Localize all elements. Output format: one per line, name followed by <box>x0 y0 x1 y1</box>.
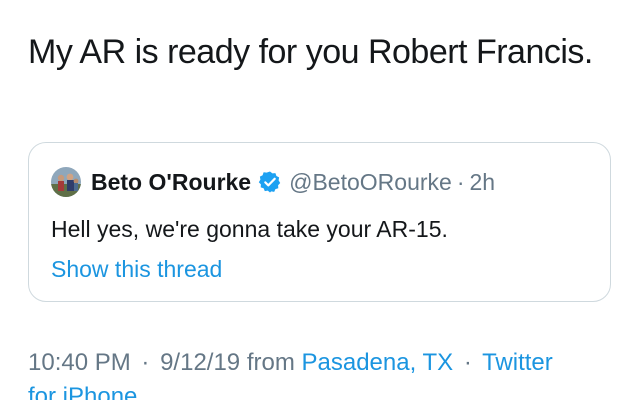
quoted-tweet-time[interactable]: 2h <box>469 169 495 196</box>
quoted-author-name[interactable]: Beto O'Rourke <box>91 169 251 196</box>
source-link-continued[interactable]: for iPhone <box>28 383 137 400</box>
tweet-detail-view: My AR is ready for you Robert Francis. B… <box>0 0 640 400</box>
source-link[interactable]: Twitter <box>482 349 553 376</box>
quoted-tweet-card[interactable]: Beto O'Rourke @BetoORourke · 2h Hell yes… <box>28 142 611 302</box>
location-link[interactable]: Pasadena, TX <box>302 349 454 376</box>
avatar[interactable] <box>51 167 81 197</box>
tweet-date[interactable]: 9/12/19 <box>160 349 240 376</box>
quoted-tweet-text: Hell yes, we're gonna take your AR-15. <box>51 216 448 242</box>
separator-dot: · <box>456 168 465 195</box>
verified-badge-icon <box>258 171 281 193</box>
tweet-metadata-continued: for iPhone <box>28 380 137 400</box>
tweet-text: My AR is ready for you Robert Francis. <box>28 33 593 71</box>
avatar-photo-icon <box>51 167 81 197</box>
tweet-metadata: 10:40 PM · 9/12/19 from Pasadena, TX · T… <box>28 346 553 380</box>
quoted-tweet-header: Beto O'Rourke @BetoORourke · 2h <box>51 165 495 199</box>
tweet-time[interactable]: 10:40 PM <box>28 349 131 376</box>
separator-dot: · <box>463 349 472 376</box>
separator-dot: · <box>141 349 150 376</box>
quoted-author-handle[interactable]: @BetoORourke <box>289 169 452 196</box>
show-thread-link[interactable]: Show this thread <box>51 253 222 285</box>
from-label: from <box>246 349 295 376</box>
